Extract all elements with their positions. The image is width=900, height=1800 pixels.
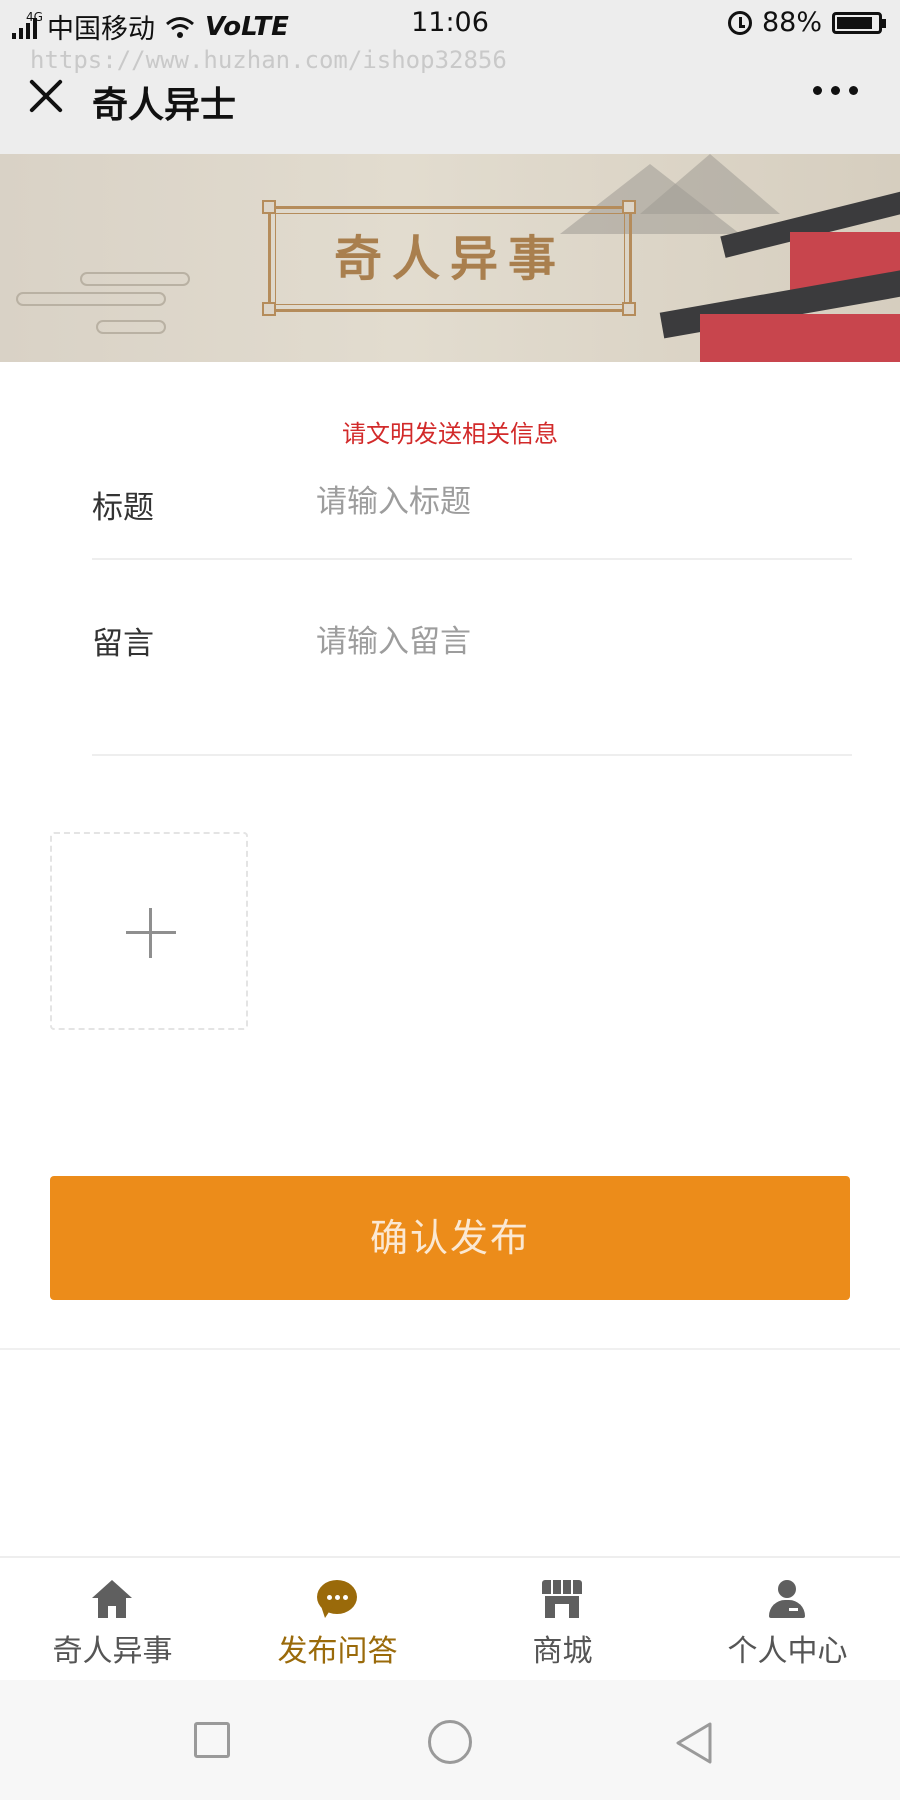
close-icon[interactable] (26, 76, 66, 116)
tab-post-question[interactable]: 发布问答 (225, 1558, 450, 1680)
mountain-decoration (640, 154, 780, 214)
status-bar: 4G 中国移动 VoLTE 11:06 88% (0, 0, 900, 46)
chat-icon (317, 1580, 357, 1618)
battery-icon (832, 11, 886, 34)
tab-profile[interactable]: 个人中心 (675, 1558, 900, 1680)
home-button-icon[interactable] (428, 1720, 472, 1764)
status-right: 88% (727, 7, 886, 38)
store-icon (542, 1580, 582, 1618)
divider (0, 1348, 900, 1350)
more-options-icon[interactable] (813, 86, 858, 95)
battery-percent: 88% (761, 7, 822, 38)
message-input[interactable] (316, 616, 836, 736)
recent-apps-icon[interactable] (194, 1722, 230, 1758)
user-icon (767, 1580, 807, 1618)
notice-text: 请文明发送相关信息 (342, 420, 558, 448)
tab-label: 个人中心 (727, 1634, 848, 1669)
submit-button[interactable]: 确认发布 (50, 1176, 850, 1300)
plus-icon (126, 908, 176, 958)
tab-label: 发布问答 (277, 1634, 398, 1669)
tab-label: 奇人异事 (52, 1634, 173, 1669)
tab-bar: 奇人异事 发布问答 商城 个人中心 (0, 1556, 900, 1680)
page-title: 奇人异士 (92, 85, 237, 126)
cloud-decoration (96, 320, 166, 334)
image-upload-button[interactable] (50, 832, 248, 1030)
divider (92, 754, 852, 756)
banner-image: 奇人异事 (0, 154, 900, 362)
pagoda-wall-decoration (700, 314, 900, 362)
message-label: 留言 (92, 626, 154, 662)
divider (92, 558, 852, 560)
back-icon[interactable] (672, 1720, 716, 1766)
title-input[interactable] (316, 480, 836, 524)
tab-home[interactable]: 奇人异事 (0, 1558, 225, 1680)
banner-title: 奇人异事 (333, 231, 566, 287)
tab-label: 商城 (532, 1634, 593, 1669)
alarm-icon (727, 10, 752, 35)
system-navigation-bar (0, 1680, 900, 1800)
tab-store[interactable]: 商城 (450, 1558, 675, 1680)
watermark-url: https://www.huzhan.com/ishop32856 (30, 46, 507, 74)
battery-fill (837, 16, 873, 29)
cloud-decoration (80, 272, 190, 286)
cloud-decoration (16, 292, 166, 306)
nav-bar: https://www.huzhan.com/ishop32856 奇人异士 (0, 46, 900, 154)
title-label: 标题 (92, 490, 154, 526)
home-icon (92, 1580, 132, 1618)
